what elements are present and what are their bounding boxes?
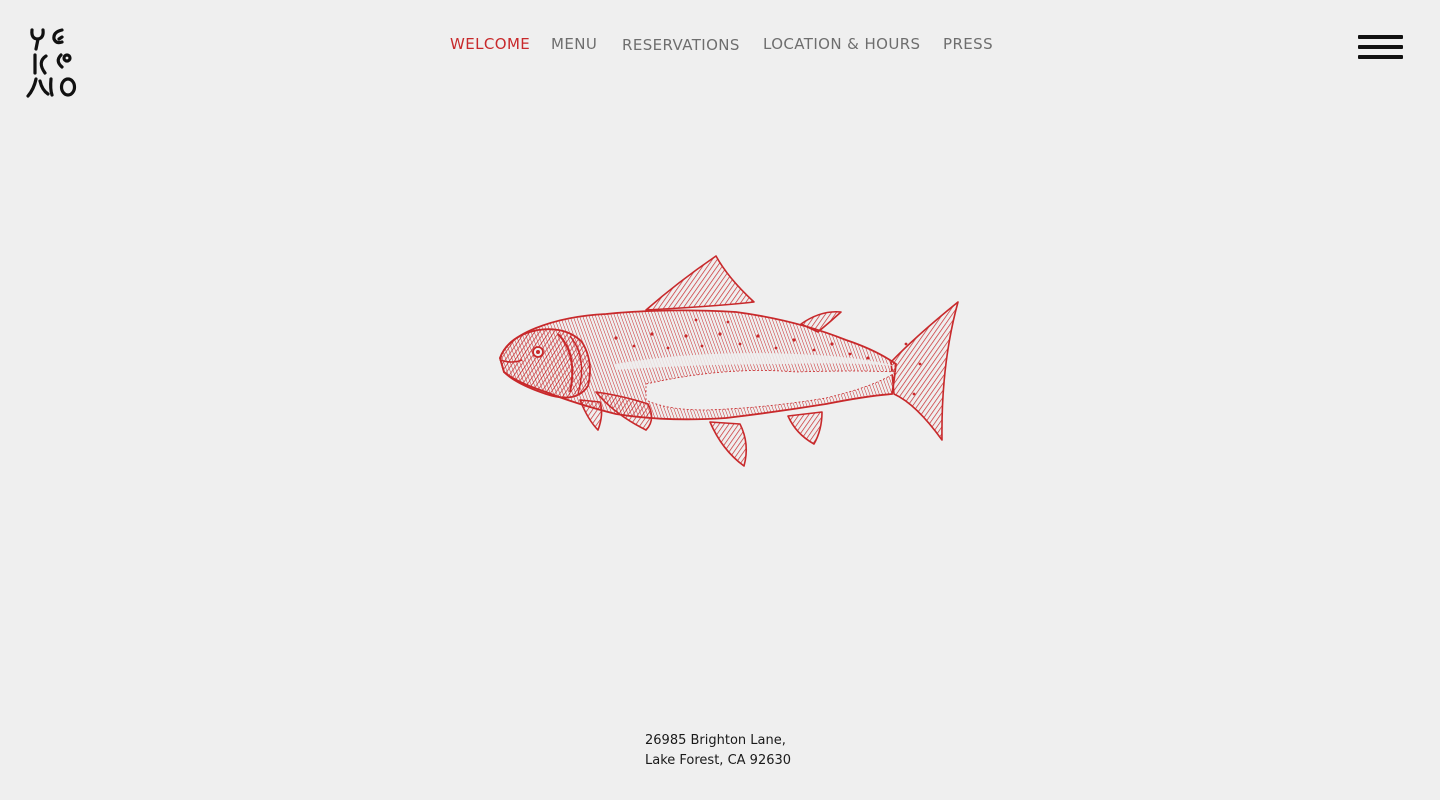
nav-item-menu[interactable]: MENU [551, 34, 597, 54]
hamburger-icon [1358, 35, 1403, 39]
hamburger-bar [1358, 55, 1403, 59]
nav-item-press[interactable]: PRESS [943, 34, 993, 54]
nav-item-location-hours[interactable]: LOCATION & HOURS [763, 34, 920, 54]
hamburger-bar [1358, 45, 1403, 49]
address-line-1: 26985 Brighton Lane, [645, 733, 786, 748]
address-line-2: Lake Forest, CA 92630 [645, 753, 792, 768]
nav-item-reservations[interactable]: RESERVATIONS [622, 35, 740, 55]
main-nav: WELCOME MENU RESERVATIONS LOCATION & HOU… [0, 34, 1440, 58]
page: WELCOME MENU RESERVATIONS LOCATION & HOU… [0, 0, 1440, 800]
hamburger-menu-button[interactable] [1358, 33, 1404, 61]
salmon-illustration-icon [499, 255, 959, 467]
nav-item-welcome[interactable]: WELCOME [450, 34, 530, 54]
address: 26985 Brighton Lane, Lake Forest, CA 926… [645, 731, 791, 771]
